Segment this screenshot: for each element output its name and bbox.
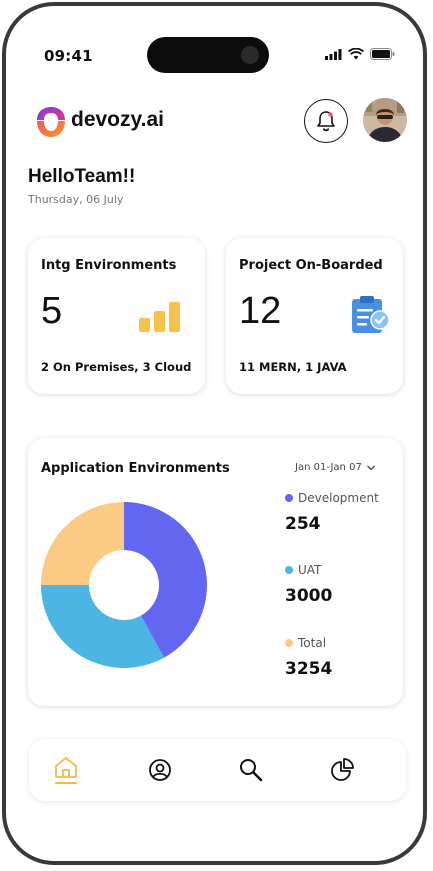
nav-profile[interactable]: [145, 755, 175, 785]
avatar-photo: [363, 98, 407, 142]
legend-value: 3000: [285, 586, 333, 606]
legend-label: Development: [298, 491, 379, 505]
card-subtitle: 2 On Premises, 3 Cloud: [41, 360, 192, 374]
camera-icon: [241, 46, 259, 64]
status-time: 09:41: [44, 47, 93, 65]
signal-icon: [325, 48, 342, 60]
bar-chart-icon: [139, 302, 180, 332]
search-icon: [240, 759, 263, 782]
date-range-dropdown[interactable]: Jan 01-Jan 07: [295, 462, 376, 473]
legend-dot: [285, 566, 293, 574]
home-icon: [55, 757, 77, 784]
pie-chart-icon: [331, 758, 354, 781]
date-range-label: Jan 01-Jan 07: [295, 462, 362, 473]
intg-environments-card[interactable]: Intg Environments 5 2 On Premises, 3 Clo…: [28, 238, 205, 394]
card-subtitle: 11 MERN, 1 JAVA: [239, 360, 347, 374]
profile-icon: [149, 759, 171, 781]
card-value: 5: [41, 290, 63, 332]
nav-home[interactable]: [51, 755, 81, 785]
legend-value: 3254: [285, 659, 333, 679]
card-title: Intg Environments: [41, 258, 177, 273]
chevron-down-icon: [366, 465, 375, 470]
legend-dot: [285, 639, 293, 647]
notifications-button[interactable]: [304, 99, 348, 143]
legend-development: Development 254: [285, 491, 379, 534]
dynamic-island: [147, 37, 269, 73]
app-environments-card: Application Environments Jan 01-Jan 07 D…: [28, 438, 403, 706]
status-icons: [325, 48, 395, 60]
legend-label: Total: [298, 636, 327, 650]
wifi-icon: [348, 48, 364, 60]
nav-analytics[interactable]: [328, 755, 358, 785]
donut-slice-total: [41, 502, 124, 585]
legend-uat: UAT 3000: [285, 563, 332, 606]
chart-title: Application Environments: [41, 461, 230, 476]
phone-frame: 09:41 devozy.ai HelloTeam!! Thursday, 06…: [2, 2, 427, 865]
bell-icon: [317, 111, 335, 132]
greeting-title: HelloTeam!!: [28, 166, 136, 187]
status-bar: 09:41: [6, 6, 423, 73]
legend-row: Total: [285, 636, 332, 650]
donut-slice-uat: [41, 585, 164, 668]
legend-dot: [285, 494, 293, 502]
legend-label: UAT: [298, 563, 322, 577]
nav-search[interactable]: [236, 755, 266, 785]
legend-row: UAT: [285, 563, 332, 577]
donut-chart: [41, 502, 207, 668]
legend-value: 254: [285, 514, 321, 534]
legend-total: Total 3254: [285, 636, 332, 679]
card-value: 12: [239, 290, 282, 332]
clipboard-check-icon: [352, 296, 390, 333]
brand-name: devozy.ai: [71, 108, 164, 131]
avatar[interactable]: [363, 98, 407, 142]
greeting-date: Thursday, 06 July: [28, 193, 124, 206]
devozy-logo-icon: [37, 107, 65, 137]
bottom-nav: [29, 739, 406, 801]
app-header: devozy.ai: [6, 98, 423, 148]
battery-icon: [370, 48, 395, 60]
card-title: Project On-Boarded: [239, 258, 383, 273]
projects-onboarded-card[interactable]: Project On-Boarded 12 11 MERN, 1 JAVA: [226, 238, 403, 394]
legend-row: Development: [285, 491, 379, 505]
